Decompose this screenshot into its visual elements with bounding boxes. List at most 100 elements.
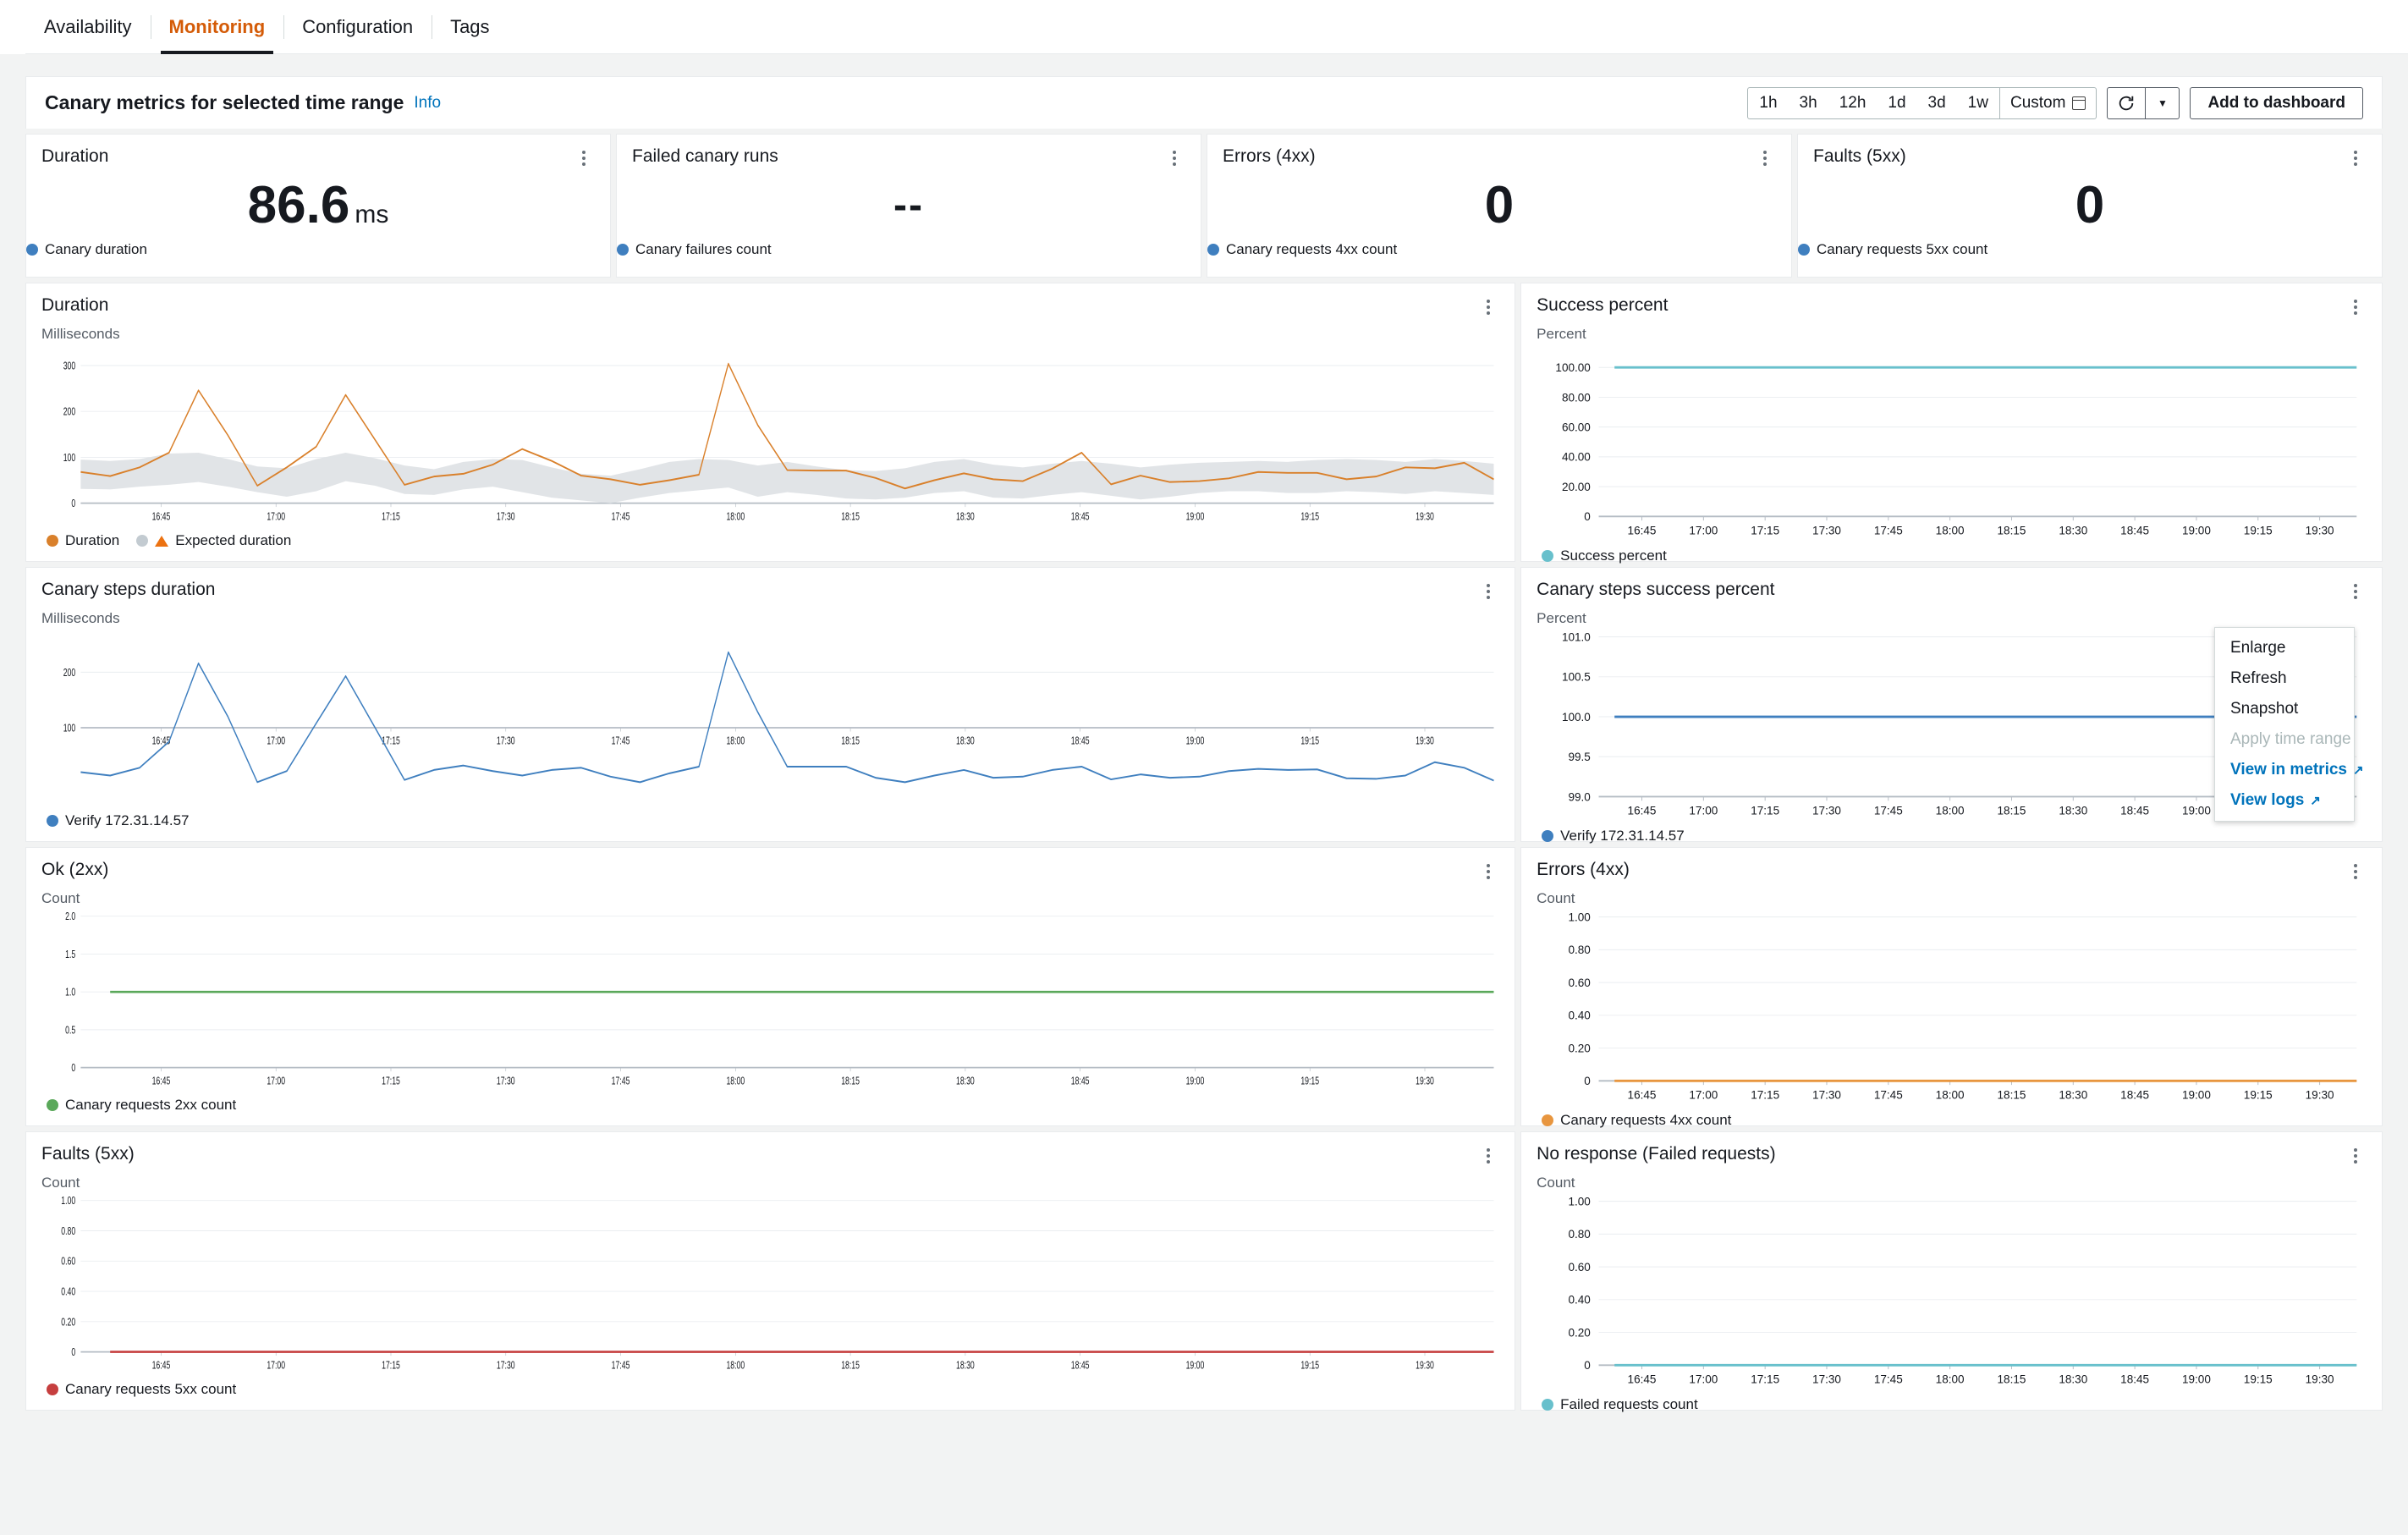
time-range-custom[interactable]: Custom (1998, 87, 2096, 118)
svg-text:19:15: 19:15 (1300, 1360, 1319, 1372)
svg-text:18:00: 18:00 (726, 511, 745, 523)
kebab-menu-icon[interactable] (1477, 295, 1499, 319)
kpi-number: 86.6 (247, 176, 350, 234)
y-axis-label: Count (1537, 890, 1575, 906)
kpi-title: Errors (4xx) (1223, 146, 1316, 166)
kebab-menu-icon[interactable] (2345, 860, 2367, 883)
chart-legend-item[interactable]: Duration (47, 532, 119, 549)
kebab-menu-icon[interactable] (1477, 860, 1499, 883)
svg-text:2.0: 2.0 (65, 911, 75, 923)
svg-text:19:15: 19:15 (1300, 1076, 1319, 1087)
chart-plot-area[interactable]: 0 0.5 1.0 1.5 2.0 16:45 17:00 17:15 17:30 17:45 18… (26, 907, 1515, 1093)
tab-label: Availability (44, 16, 132, 37)
svg-text:17:15: 17:15 (382, 511, 400, 523)
kpi-body: 0 (1798, 170, 2382, 241)
chart-card-header: Duration (26, 283, 1515, 319)
info-link[interactable]: Info (414, 94, 441, 113)
kebab-menu-icon[interactable] (1754, 146, 1776, 170)
chart-legend-item[interactable]: Expected duration (136, 532, 291, 549)
svg-text:17:30: 17:30 (497, 735, 515, 747)
svg-text:19:30: 19:30 (2306, 525, 2334, 537)
svg-text:100.5: 100.5 (1562, 671, 1591, 684)
chart-plot-area[interactable]: 0 20.00 40.00 60.00 80.00 100.00 16:45 17:00 17:… (1521, 343, 2382, 544)
kpi-number: 0 (1484, 176, 1515, 234)
chart-legend-item[interactable]: Verify 172.31.14.57 (1542, 828, 1685, 845)
tab-configuration[interactable]: Configuration (283, 0, 432, 54)
chart-card-canary-steps-duration: Canary steps duration Milliseconds 100 200 1… (25, 567, 1516, 842)
kebab-menu-icon[interactable] (2345, 1144, 2367, 1168)
chart-legend-item[interactable]: Verify 172.31.14.57 (47, 812, 190, 829)
svg-text:100: 100 (63, 452, 75, 464)
chart-plot: 10020016:45 17:00 17:15 17:30 17:45 18:00 18:1… (63, 651, 1494, 784)
time-range-1w[interactable]: 1w (1957, 88, 1999, 118)
add-to-dashboard-button[interactable]: Add to dashboard (2190, 86, 2363, 119)
svg-text:18:15: 18:15 (841, 511, 860, 523)
menu-item-label: View in metrics (2230, 761, 2347, 779)
svg-text:100.00: 100.00 (1556, 361, 1591, 374)
kebab-menu-icon[interactable] (2345, 146, 2367, 170)
refresh-options-button[interactable]: ▼ (2146, 86, 2180, 119)
chart-legend-item[interactable]: Failed requests count (1542, 1396, 1698, 1413)
chart-plot-area[interactable]: 0 100 200 300 16:45 17:00 17:15 17:30 17:45 18:00… (26, 343, 1515, 529)
kebab-menu-icon[interactable] (1477, 1144, 1499, 1168)
time-range-1d[interactable]: 1d (1877, 88, 1916, 118)
add-to-dashboard-label: Add to dashboard (2207, 93, 2345, 112)
legend-color-dot (47, 1099, 58, 1111)
kpi-legend: Canary requests 4xx count (1207, 241, 1791, 277)
tab-monitoring[interactable]: Monitoring (150, 0, 284, 54)
kebab-menu-icon[interactable] (573, 146, 595, 170)
legend-color-dot (1542, 550, 1554, 563)
svg-text:18:00: 18:00 (1936, 1373, 1965, 1386)
legend-label: Canary duration (45, 241, 147, 257)
chart-plot-area[interactable]: 100 200 16:45 17:00 17:15 17:30 17:45 18:00 18:1… (26, 627, 1515, 809)
refresh-button[interactable] (2107, 86, 2147, 119)
legend-label: Canary requests 5xx count (1817, 241, 1988, 257)
menu-item-refresh[interactable]: Refresh (2215, 663, 2354, 694)
kpi-number: 0 (2075, 176, 2105, 234)
time-range-3h[interactable]: 3h (1789, 88, 1828, 118)
menu-item-snapshot[interactable]: Snapshot (2215, 694, 2354, 724)
svg-text:0: 0 (1584, 1075, 1591, 1087)
svg-text:17:00: 17:00 (1690, 1089, 1718, 1102)
menu-item-view-in-metrics[interactable]: View in metrics ↗︎ (2215, 755, 2364, 785)
chart-legend-item[interactable]: Canary requests 2xx count (47, 1097, 236, 1114)
menu-item-label: Snapshot (2230, 700, 2299, 718)
kebab-menu-icon[interactable] (2345, 580, 2367, 603)
menu-item-view-logs[interactable]: View logs ↗︎ (2215, 785, 2354, 816)
legend-color-dot (26, 244, 38, 256)
kebab-menu-icon[interactable] (1163, 146, 1185, 170)
kebab-menu-icon[interactable] (2345, 295, 2367, 319)
svg-text:18:15: 18:15 (1998, 1089, 2026, 1102)
chart-legend-item[interactable]: Canary requests 5xx count (47, 1381, 236, 1398)
chart-legend-item[interactable]: Canary requests 4xx count (1542, 1112, 1731, 1129)
kpi-value: 0 (2075, 179, 2104, 232)
chart-legend: Verify 172.31.14.57 (26, 809, 1515, 841)
menu-item-enlarge[interactable]: Enlarge (2215, 633, 2354, 663)
svg-text:19:30: 19:30 (1416, 735, 1434, 747)
legend-label: Success percent (1560, 547, 1667, 564)
chart-plot: 0 0.20 0.40 0.60 0.80 1.00 16:45 17:00 17:15 17:3… (1569, 1195, 2357, 1386)
svg-text:17:15: 17:15 (382, 1076, 400, 1087)
kpi-card-header: Failed canary runs (617, 135, 1201, 170)
legend-label: Expected duration (175, 532, 292, 548)
svg-text:17:45: 17:45 (1874, 1089, 1903, 1102)
legend-color-dot (1798, 244, 1810, 256)
tab-availability[interactable]: Availability (25, 0, 151, 54)
chart-plot-area[interactable]: 0 0.20 0.40 0.60 0.80 1.00 16:45 17:00 17:15 17:3… (1521, 1191, 2382, 1393)
kebab-menu-icon[interactable] (1477, 580, 1499, 603)
svg-text:17:00: 17:00 (267, 1360, 285, 1372)
chart-legend-item[interactable]: Success percent (1542, 547, 1667, 564)
time-range-12h[interactable]: 12h (1828, 88, 1877, 118)
legend-label: Canary requests 4xx count (1226, 241, 1398, 257)
svg-text:18:30: 18:30 (2059, 525, 2087, 537)
chart-plot-area[interactable]: 0 0.20 0.40 0.60 0.80 1.00 16:45 17:00 17:15 17:3… (26, 1191, 1515, 1378)
chart-plot: 0 100 200 300 16:45 17:00 17:15 17:30 17:45 18:00… (63, 360, 1494, 523)
tab-tags[interactable]: Tags (432, 0, 508, 54)
y-axis-label: Milliseconds (41, 326, 120, 342)
y-axis-label: Count (1537, 1175, 1575, 1191)
kpi-card: Duration 86.6 ms Canary duration (25, 134, 611, 278)
time-range-1h[interactable]: 1h (1748, 88, 1788, 118)
time-range-3d[interactable]: 3d (1917, 88, 1957, 118)
svg-text:16:45: 16:45 (152, 511, 171, 523)
chart-plot-area[interactable]: 0 0.20 0.40 0.60 0.80 1.00 16:45 17:00 17:15 17:3… (1521, 907, 2382, 1109)
